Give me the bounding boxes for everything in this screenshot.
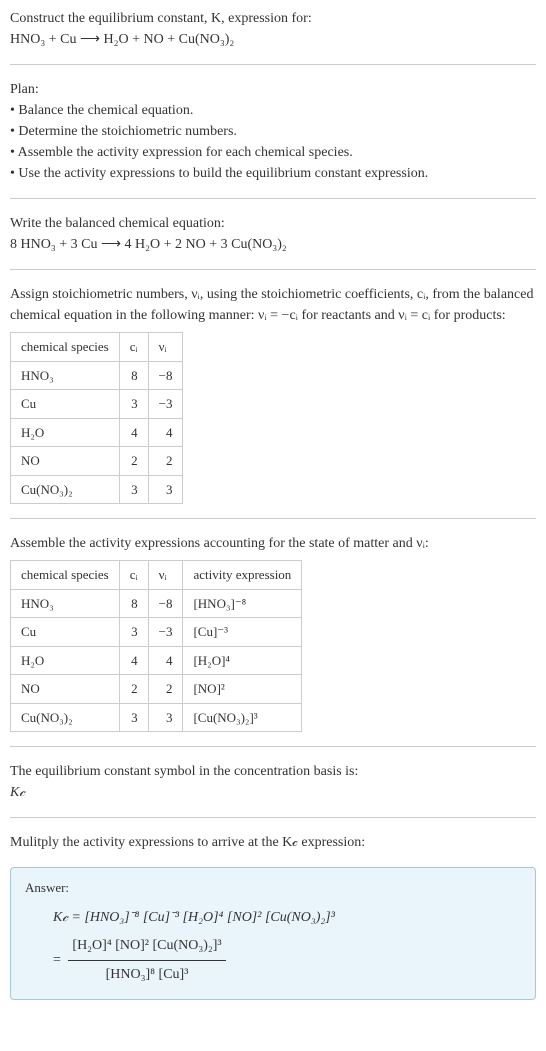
table-row: Cu 3 −3 [Cu]⁻³ [11,618,302,647]
plan-bullet: • Determine the stoichiometric numbers. [10,121,536,142]
cell-ci: 8 [119,361,148,390]
table-row: HNO₃ 8 −8 [11,361,183,390]
divider [10,746,536,747]
col-species: chemical species [11,561,120,590]
kc-fraction: [H₂O]⁴ [NO]² [Cu(NO₃)₂]³ [HNO₃]⁸ [Cu]³ [68,932,225,989]
kc-symbol: K𝒸 [10,782,536,803]
cell-species: Cu [11,390,120,419]
cell-ci: 2 [119,447,148,476]
kc-product-form: K𝒸 = [HNO₃]⁻⁸ [Cu]⁻³ [H₂O]⁴ [NO]² [Cu(NO… [53,910,335,925]
cell-ci: 4 [119,646,148,675]
cell-species: HNO₃ [11,361,120,390]
col-ci: cᵢ [119,333,148,362]
table-row: H₂O 4 4 [11,418,183,447]
balanced-title: Write the balanced chemical equation: [10,213,536,234]
col-vi: νᵢ [148,333,183,362]
cell-ci: 4 [119,418,148,447]
cell-species: Cu(NO₃)₂ [11,703,120,732]
cell-vi: 4 [148,418,183,447]
table-header-row: chemical species cᵢ νᵢ [11,333,183,362]
divider [10,817,536,818]
activity-section: Assemble the activity expressions accoun… [10,533,536,732]
cell-ci: 3 [119,618,148,647]
cell-ci: 3 [119,475,148,504]
kc-expression-line1: K𝒸 = [HNO₃]⁻⁸ [Cu]⁻³ [H₂O]⁴ [NO]² [Cu(NO… [53,904,521,932]
cell-vi: −8 [148,589,183,618]
stoich-section: Assign stoichiometric numbers, νᵢ, using… [10,284,536,504]
cell-ci: 3 [119,390,148,419]
plan-section: Plan: • Balance the chemical equation. •… [10,79,536,184]
problem-line1: Construct the equilibrium constant, K, e… [10,8,536,29]
divider [10,269,536,270]
cell-species: NO [11,675,120,704]
cell-species: H₂O [11,418,120,447]
balanced-section: Write the balanced chemical equation: 8 … [10,213,536,255]
kc-numerator: [H₂O]⁴ [NO]² [Cu(NO₃)₂]³ [68,932,225,961]
stoich-intro: Assign stoichiometric numbers, νᵢ, using… [10,284,536,326]
cell-activity: [H₂O]⁴ [183,646,302,675]
cell-activity: [HNO₃]⁻⁸ [183,589,302,618]
divider [10,518,536,519]
divider [10,198,536,199]
answer-box: Answer: K𝒸 = [HNO₃]⁻⁸ [Cu]⁻³ [H₂O]⁴ [NO]… [10,867,536,1000]
cell-vi: 2 [148,675,183,704]
col-vi: νᵢ [148,561,183,590]
kc-expression-line2: = [H₂O]⁴ [NO]² [Cu(NO₃)₂]³ [HNO₃]⁸ [Cu]³ [53,932,521,989]
table-row: H₂O 4 4 [H₂O]⁴ [11,646,302,675]
cell-ci: 8 [119,589,148,618]
cell-ci: 2 [119,675,148,704]
multiply-text: Mulitply the activity expressions to arr… [10,832,536,853]
col-ci: cᵢ [119,561,148,590]
plan-bullet: • Balance the chemical equation. [10,100,536,121]
balanced-equation: 8 HNO₃ + 3 Cu ⟶ 4 H₂O + 2 NO + 3 Cu(NO₃)… [10,234,536,255]
cell-activity: [NO]² [183,675,302,704]
cell-species: H₂O [11,646,120,675]
divider [10,64,536,65]
table-row: Cu(NO₃)₂ 3 3 [11,475,183,504]
cell-vi: 3 [148,703,183,732]
cell-species: NO [11,447,120,476]
kc-symbol-text: The equilibrium constant symbol in the c… [10,761,536,782]
cell-species: HNO₃ [11,589,120,618]
cell-vi: 3 [148,475,183,504]
cell-species: Cu(NO₃)₂ [11,475,120,504]
problem-equation: HNO₃ + Cu ⟶ H₂O + NO + Cu(NO₃)₂ [10,29,536,50]
stoich-table: chemical species cᵢ νᵢ HNO₃ 8 −8 Cu 3 −3… [10,332,183,504]
table-row: NO 2 2 [11,447,183,476]
cell-activity: [Cu(NO₃)₂]³ [183,703,302,732]
activity-table: chemical species cᵢ νᵢ activity expressi… [10,560,302,732]
plan-bullet: • Use the activity expressions to build … [10,163,536,184]
table-row: Cu(NO₃)₂ 3 3 [Cu(NO₃)₂]³ [11,703,302,732]
cell-vi: −3 [148,618,183,647]
table-header-row: chemical species cᵢ νᵢ activity expressi… [11,561,302,590]
table-row: HNO₃ 8 −8 [HNO₃]⁻⁸ [11,589,302,618]
cell-species: Cu [11,618,120,647]
kc-symbol-section: The equilibrium constant symbol in the c… [10,761,536,803]
plan-bullet: • Assemble the activity expression for e… [10,142,536,163]
problem-statement: Construct the equilibrium constant, K, e… [10,8,536,50]
cell-vi: 2 [148,447,183,476]
activity-intro: Assemble the activity expressions accoun… [10,533,536,554]
cell-vi: −3 [148,390,183,419]
cell-vi: −8 [148,361,183,390]
table-row: NO 2 2 [NO]² [11,675,302,704]
col-activity: activity expression [183,561,302,590]
table-row: Cu 3 −3 [11,390,183,419]
equals-sign: = [53,952,64,967]
cell-vi: 4 [148,646,183,675]
kc-denominator: [HNO₃]⁸ [Cu]³ [68,961,225,989]
answer-label: Answer: [25,878,521,898]
col-species: chemical species [11,333,120,362]
plan-title: Plan: [10,79,536,100]
cell-ci: 3 [119,703,148,732]
cell-activity: [Cu]⁻³ [183,618,302,647]
